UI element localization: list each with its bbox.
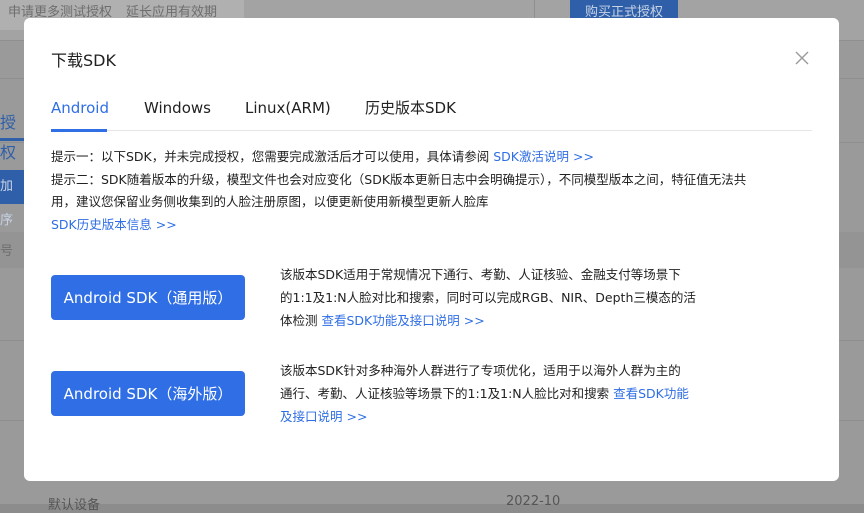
platform-tabs: Android Windows Linux(ARM) 历史版本SDK bbox=[51, 98, 812, 132]
background-footer-right: 2022-10 bbox=[506, 494, 561, 509]
sdk-overseas-description: 该版本SDK针对多种海外人群进行了专项优化，适用于以海外人群为主的 通行、考勤、… bbox=[280, 359, 720, 428]
note-one: 提示一：以下SDK，并未完成授权，您需要完成激活后才可以使用，具体请参阅 SDK… bbox=[51, 146, 821, 169]
tab-linux-arm[interactable]: Linux(ARM) bbox=[245, 98, 331, 130]
tab-android-label: Android bbox=[51, 99, 109, 117]
note-one-text: 提示一：以下SDK，并未完成授权，您需要完成激活后才可以使用，具体请参阅 bbox=[51, 149, 494, 164]
sdk-general-desc-line1: 该版本SDK适用于常规情况下通行、考勤、人证核验、金融支付等场景下 bbox=[280, 267, 681, 282]
background-button-fragment: 加序 bbox=[0, 170, 24, 228]
android-sdk-general-button[interactable]: Android SDK（通用版） bbox=[51, 275, 245, 320]
sdk-history-link[interactable]: SDK历史版本信息 >> bbox=[51, 217, 177, 232]
sdk-overseas-api-link-part1[interactable]: 查看SDK功能 bbox=[613, 386, 689, 401]
tab-history-sdk[interactable]: 历史版本SDK bbox=[365, 98, 456, 130]
sdk-overseas-api-link-part2[interactable]: 及接口说明 >> bbox=[280, 409, 367, 424]
background-header-fragment: 号 bbox=[0, 244, 14, 259]
sdk-activation-link[interactable]: SDK激活说明 >> bbox=[493, 149, 594, 164]
notes: 提示一：以下SDK，并未完成授权，您需要完成激活后才可以使用，具体请参阅 SDK… bbox=[51, 146, 821, 236]
tab-windows[interactable]: Windows bbox=[144, 98, 211, 130]
sdk-general-desc-line3: 体检测 bbox=[280, 313, 322, 328]
note-two-line1: 提示二：SDK随着版本的升级，模型文件也会对应变化（SDK版本更新日志中会明确提… bbox=[51, 171, 747, 187]
download-sdk-dialog: 下载SDK Android Windows Linux(ARM) 历史版本SDK… bbox=[24, 18, 839, 481]
close-icon[interactable] bbox=[794, 50, 810, 66]
sdk-overseas-desc-line1: 该版本SDK针对多种海外人群进行了专项优化，适用于以海外人群为主的 bbox=[280, 363, 681, 378]
tab-android[interactable]: Android bbox=[51, 98, 109, 132]
tab-active-indicator bbox=[51, 129, 107, 132]
note-two-line2: 用，建议您保留业务侧收集到的人脸注册原图，以便更新使用新模型更新人脸库 bbox=[51, 194, 489, 209]
background-tab-fragment: 授权 bbox=[0, 108, 24, 162]
sdk-general-desc-line2: 的1:1及1:N人脸对比和搜索，同时可以完成RGB、NIR、Depth三模态的活 bbox=[280, 290, 696, 305]
dialog-title: 下载SDK bbox=[51, 51, 116, 70]
sdk-overseas-desc-line2: 通行、考勤、人证核验等场景下的1:1及1:N人脸比对和搜索 bbox=[280, 386, 614, 401]
android-sdk-overseas-button[interactable]: Android SDK（海外版） bbox=[51, 371, 245, 416]
sdk-general-api-link[interactable]: 查看SDK功能及接口说明 >> bbox=[321, 313, 484, 328]
sdk-general-description: 该版本SDK适用于常规情况下通行、考勤、人证核验、金融支付等场景下 的1:1及1… bbox=[280, 263, 720, 332]
